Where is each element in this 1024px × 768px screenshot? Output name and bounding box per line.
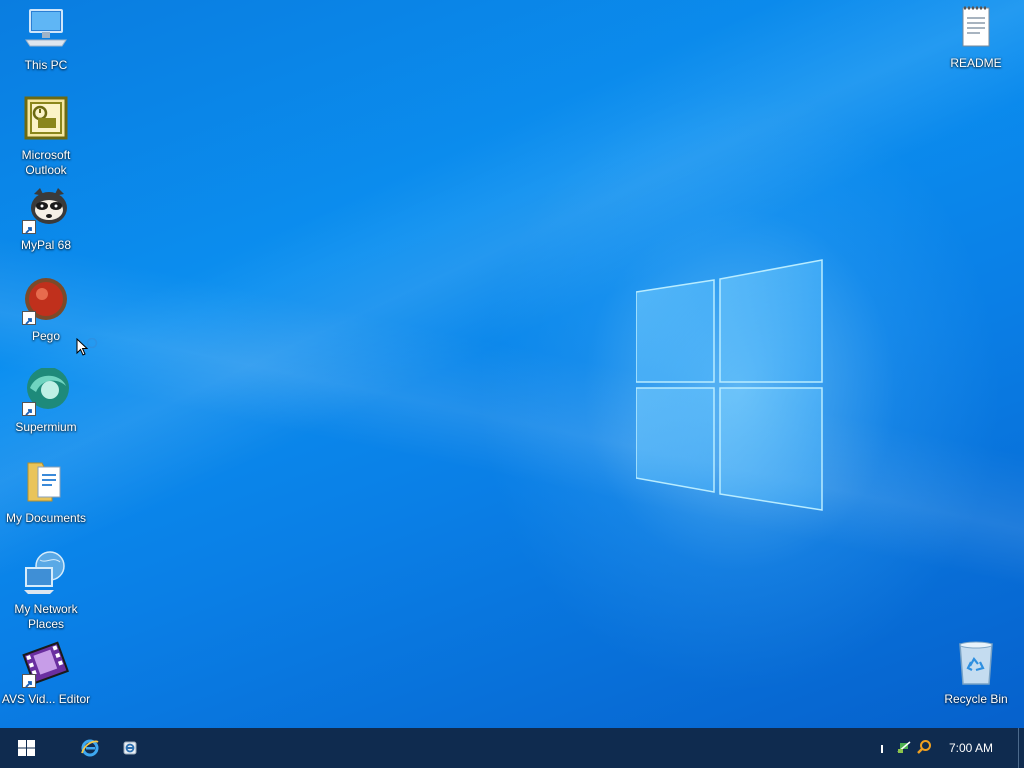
windows-wallpaper-logo: [636, 259, 823, 511]
light-beam: [0, 0, 1024, 728]
shortcut-arrow-icon: [22, 674, 36, 688]
network-tray-button[interactable]: [894, 728, 914, 768]
icon-label: AVS Vid... Editor: [1, 692, 91, 706]
windows-start-icon: [18, 740, 35, 756]
icon-label: This PC: [24, 58, 68, 72]
desktop-icon-supermium[interactable]: Supermium: [0, 367, 92, 435]
icon-label: Recycle Bin: [944, 692, 1008, 706]
network-places-icon: [22, 550, 70, 598]
desktop-icon-microsoft-outlook[interactable]: Microsoft Outlook: [0, 96, 92, 178]
pego-icon: [22, 277, 70, 325]
icon-label: MyPal 68: [20, 238, 72, 252]
light-beam: [0, 0, 1024, 728]
icon-label: Supermium: [15, 420, 77, 434]
show-desktop-button[interactable]: [1018, 728, 1024, 768]
shortcut-arrow-icon: [22, 311, 36, 325]
network-tray-icon: [897, 741, 911, 753]
avs-film-icon: [22, 640, 70, 688]
desktop-icon-pego[interactable]: Pego: [0, 277, 92, 344]
mypal-raccoon-icon: [22, 186, 70, 234]
desktop-icon-avs-video-editor[interactable]: AVS Vid... Editor: [0, 640, 92, 707]
taskbar: 7:00 AM: [0, 728, 1024, 768]
taskbar-internet-explorer[interactable]: [72, 728, 108, 768]
desktop-icon-my-documents[interactable]: My Documents: [0, 459, 92, 526]
desktop-icon-this-pc[interactable]: This PC: [0, 6, 92, 73]
taskbar-clock[interactable]: 7:00 AM: [940, 728, 1002, 768]
icon-label: README: [950, 56, 1002, 70]
search-tray-icon: [917, 740, 931, 754]
desktop-icon-recycle-bin[interactable]: Recycle Bin: [930, 640, 1022, 707]
taskbar-app-launcher[interactable]: [112, 728, 148, 768]
recycle-bin-icon: [952, 640, 1000, 688]
search-tray-button[interactable]: [914, 728, 934, 768]
app-gear-icon: [123, 741, 137, 755]
notepad-file-icon: [952, 4, 1000, 52]
desktop-icon-mypal-68[interactable]: MyPal 68: [0, 186, 92, 253]
internet-explorer-icon: [81, 739, 99, 757]
desktop-icon-readme[interactable]: README: [930, 4, 1022, 71]
folder-documents-icon: [22, 459, 70, 507]
supermium-icon: [22, 367, 70, 416]
desktop-icon-my-network-places[interactable]: My Network Places: [0, 550, 92, 632]
computer-icon: [22, 6, 70, 54]
outlook-icon: [22, 96, 70, 144]
tray-overflow-indicator[interactable]: [876, 728, 886, 768]
shortcut-arrow-icon: [22, 402, 36, 416]
start-button[interactable]: [0, 728, 52, 768]
desktop-background[interactable]: This PC Microsoft Outlook MyPal 68 Pego …: [0, 0, 1024, 728]
icon-label: My Documents: [5, 511, 87, 525]
shortcut-arrow-icon: [22, 220, 36, 234]
icon-label: Microsoft Outlook: [21, 148, 71, 177]
mouse-cursor-busy-icon: [76, 338, 98, 356]
icon-label: My Network Places: [14, 602, 78, 631]
